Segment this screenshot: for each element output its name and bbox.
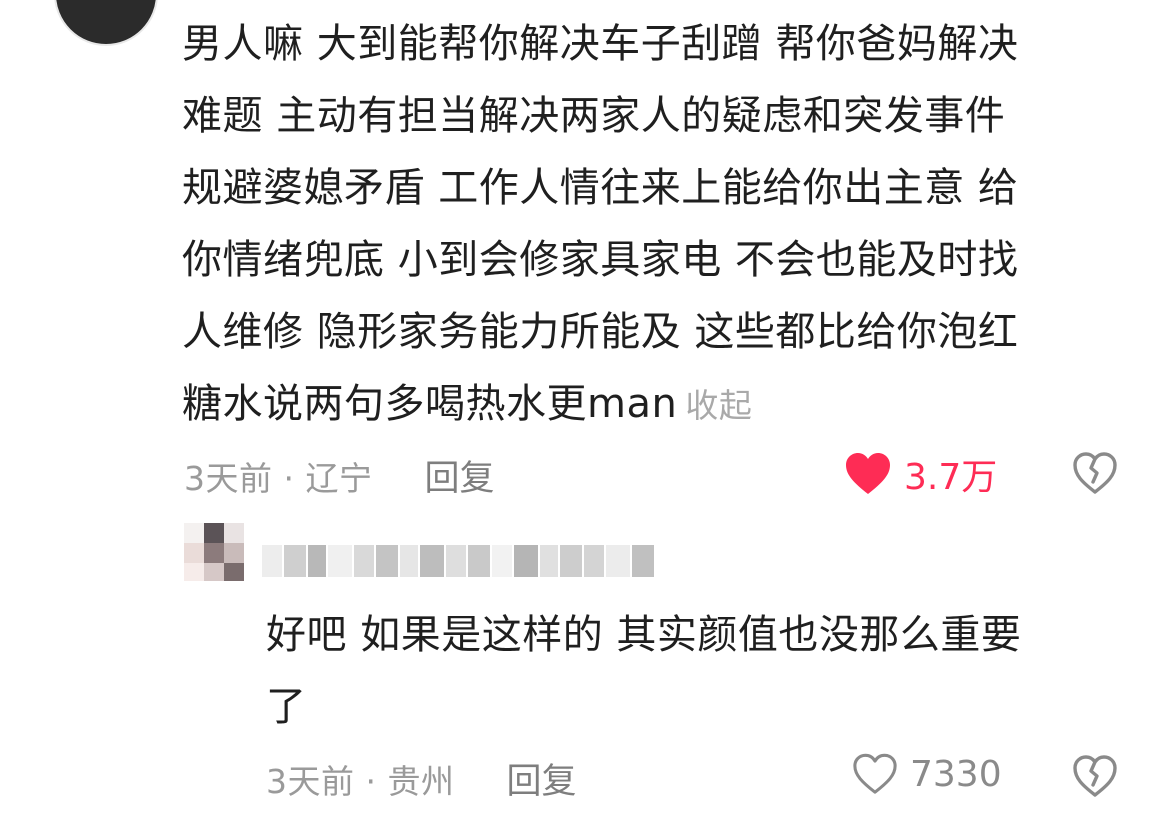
comment-line: 男人嘛 大到能帮你解决车子刮蹭 帮你爸妈解决 — [182, 21, 1019, 67]
comment-time-location: 3天前 · 辽宁 — [184, 458, 373, 498]
commenter-avatar[interactable] — [54, 0, 158, 46]
reply-line: 好吧 如果是这样的 其实颜值也没那么重要 — [266, 612, 1022, 658]
comment-line: 你情绪兜底 小到会修家具家电 不会也能及时找 — [182, 237, 1019, 283]
replier-name-pixelated[interactable] — [262, 543, 654, 579]
comment-line-text: 糖水说两句多喝热水更man — [182, 381, 678, 427]
broken-heart-icon[interactable] — [1072, 753, 1118, 799]
comment-line: 难题 主动有担当解决两家人的疑虑和突发事件 — [182, 93, 1006, 139]
heart-outline-icon — [853, 753, 897, 794]
broken-heart-icon[interactable] — [1072, 450, 1118, 496]
collapse-button[interactable]: 收起 — [685, 386, 752, 425]
reply-like-button[interactable]: 7330 — [852, 752, 1002, 796]
heart-filled-icon — [846, 453, 890, 494]
comment-body: 男人嘛 大到能帮你解决车子刮蹭 帮你爸妈解决 难题 主动有担当解决两家人的疑虑和… — [182, 8, 1122, 442]
comment-line: 人维修 隐形家务能力所能及 这些都比给你泡红 — [182, 309, 1019, 355]
comment-like-button[interactable]: 3.7万 — [844, 448, 997, 500]
comment-line-last: 糖水说两句多喝热水更man 收起 — [182, 368, 1122, 442]
reply-meta: 3天前 · 贵州 回复 — [266, 753, 576, 804]
reply-body: 好吧 如果是这样的 其实颜值也没那么重要 了 — [266, 599, 1146, 743]
reply-reply-button[interactable]: 回复 — [506, 753, 576, 804]
reply-line: 了 — [266, 684, 307, 730]
replier-avatar-pixelated[interactable] — [184, 523, 246, 581]
reply-time-location: 3天前 · 贵州 — [266, 761, 455, 801]
comment-like-count: 3.7万 — [904, 457, 998, 498]
comment-meta: 3天前 · 辽宁 回复 — [184, 450, 494, 501]
reply-like-count: 7330 — [910, 753, 1002, 795]
comment-line: 规避婆媳矛盾 工作人情往来上能给你出主意 给 — [182, 165, 1019, 211]
comment-reply-button[interactable]: 回复 — [424, 450, 494, 501]
